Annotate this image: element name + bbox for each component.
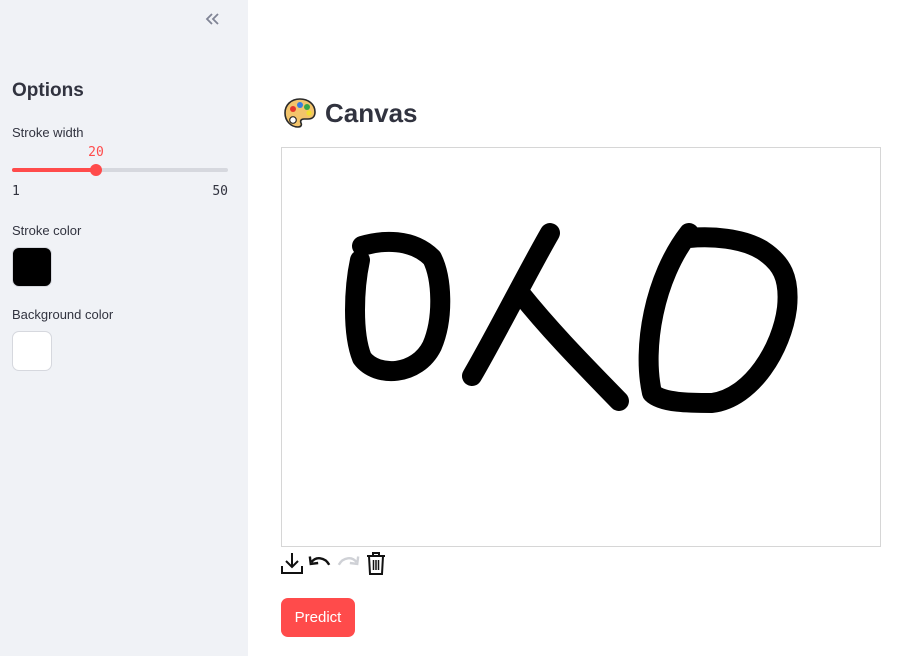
app-root: Options Stroke width 20 1 50 Stroke colo… <box>0 0 909 656</box>
stroke-width-label: Stroke width <box>12 125 84 140</box>
background-color-picker[interactable] <box>12 331 52 371</box>
stroke-color-label: Stroke color <box>12 223 82 238</box>
redo-button[interactable] <box>336 550 360 576</box>
slider-min-value: 1 <box>12 184 20 199</box>
drawn-strokes <box>345 223 798 413</box>
page-title: Canvas <box>283 96 418 130</box>
stroke-color-picker[interactable] <box>12 247 52 287</box>
trash-icon <box>367 552 385 575</box>
drawn-stroke <box>638 223 798 413</box>
canvas-toolbar <box>280 550 388 576</box>
sidebar: Options Stroke width 20 1 50 Stroke colo… <box>0 0 248 656</box>
redo-icon <box>337 556 360 566</box>
stroke-width-slider[interactable]: 20 1 50 <box>12 145 228 203</box>
drawing-canvas[interactable] <box>281 147 881 547</box>
clear-button[interactable] <box>364 550 388 576</box>
slider-thumb[interactable] <box>90 164 102 176</box>
undo-button[interactable] <box>308 550 332 576</box>
undo-icon <box>308 556 331 566</box>
drawn-stroke <box>345 231 451 382</box>
palette-icon <box>284 98 316 128</box>
slider-fill <box>12 168 96 172</box>
background-color-label: Background color <box>12 307 114 322</box>
collapse-sidebar-button[interactable] <box>200 8 224 30</box>
slider-current-value: 20 <box>88 145 104 160</box>
slider-max-value: 50 <box>212 184 228 199</box>
double-chevron-left-icon <box>205 13 219 25</box>
drawn-stroke <box>510 283 629 411</box>
sidebar-title: Options <box>12 80 84 101</box>
page-title-text: Canvas <box>325 97 418 128</box>
download-button[interactable] <box>280 550 304 576</box>
download-icon <box>281 553 303 574</box>
predict-button[interactable]: Predict <box>281 598 355 637</box>
slider-track[interactable] <box>12 168 228 172</box>
